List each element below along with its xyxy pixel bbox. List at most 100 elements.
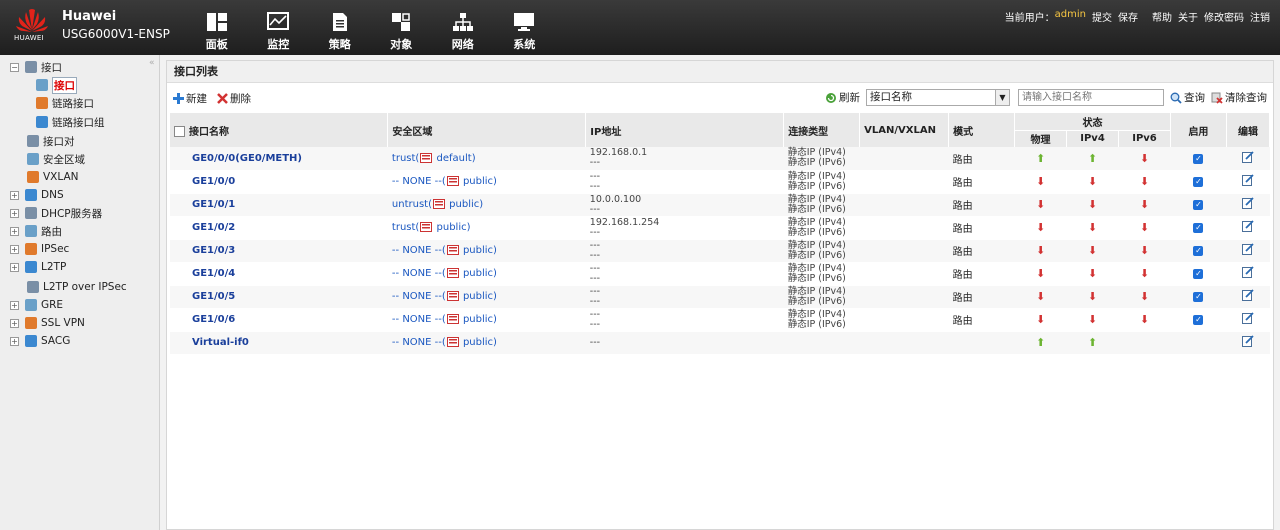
sidebar-item[interactable]: + DHCP服务器 bbox=[10, 204, 102, 222]
edit-icon[interactable] bbox=[1241, 151, 1254, 163]
logout-link[interactable]: 注销 bbox=[1250, 9, 1270, 24]
security-zone[interactable]: -- NONE --( public) bbox=[387, 331, 586, 355]
table-row[interactable]: GE1/0/4 -- NONE --( public) --- --- 静态IP (IP… bbox=[170, 262, 1270, 286]
search-input[interactable] bbox=[1018, 89, 1164, 106]
enable-checkbox-cell[interactable]: ✓ bbox=[1170, 216, 1227, 240]
interface-name[interactable]: GE1/0/5 bbox=[170, 285, 388, 309]
sidebar-item[interactable]: L2TP over IPSec bbox=[27, 278, 127, 296]
security-zone[interactable]: -- NONE --( public) bbox=[387, 262, 586, 286]
save-link[interactable]: 保存 bbox=[1118, 9, 1138, 24]
nav-monitor[interactable]: 监控 bbox=[248, 0, 310, 55]
nav-policy[interactable]: 策略 bbox=[309, 0, 371, 55]
sidebar-item[interactable]: 链路接口 bbox=[36, 94, 94, 112]
enable-checkbox-cell[interactable]: ✓ bbox=[1170, 308, 1227, 332]
enable-checkbox-cell[interactable]: ✓ bbox=[1170, 262, 1227, 286]
expand-icon[interactable]: + bbox=[10, 318, 19, 328]
enable-checkbox-cell[interactable] bbox=[1170, 331, 1227, 355]
edit-icon[interactable] bbox=[1241, 335, 1254, 347]
enable-checkbox-cell[interactable]: ✓ bbox=[1170, 239, 1227, 263]
help-link[interactable]: 帮助 bbox=[1152, 9, 1172, 24]
sidebar-item[interactable]: 安全区域 bbox=[27, 150, 85, 168]
security-zone[interactable]: -- NONE --( public) bbox=[387, 308, 586, 332]
search-field-select[interactable]: 接口名称 ▼ bbox=[866, 89, 1010, 106]
interface-name[interactable]: GE1/0/2 bbox=[170, 216, 388, 240]
sidebar-item[interactable]: + IPSec bbox=[10, 240, 69, 258]
expand-icon[interactable]: + bbox=[10, 336, 19, 346]
table-row[interactable]: GE1/0/1 untrust( public) 10.0.0.100 --- 静态IP… bbox=[170, 193, 1270, 217]
about-link[interactable]: 关于 bbox=[1178, 9, 1198, 24]
sidebar-item[interactable]: VXLAN bbox=[27, 168, 79, 186]
security-zone[interactable]: trust( default) bbox=[387, 147, 586, 171]
edit-cell[interactable] bbox=[1226, 285, 1270, 309]
change-password-link[interactable]: 修改密码 bbox=[1204, 9, 1244, 24]
enable-checkbox[interactable]: ✓ bbox=[1193, 200, 1204, 210]
edit-icon[interactable] bbox=[1241, 266, 1254, 278]
expand-icon[interactable]: + bbox=[10, 244, 19, 254]
enable-checkbox[interactable]: ✓ bbox=[1193, 315, 1204, 325]
security-zone[interactable]: trust( public) bbox=[387, 216, 586, 240]
table-row[interactable]: GE1/0/3 -- NONE --( public) --- --- 静态IP (IP… bbox=[170, 239, 1270, 263]
edit-cell[interactable] bbox=[1226, 308, 1270, 332]
sidebar-item[interactable]: + DNS bbox=[10, 186, 64, 204]
refresh-button[interactable]: 刷新 bbox=[825, 90, 860, 105]
enable-checkbox-cell[interactable]: ✓ bbox=[1170, 170, 1227, 194]
table-row[interactable]: GE1/0/6 -- NONE --( public) --- --- 静态IP (IP… bbox=[170, 308, 1270, 332]
enable-checkbox[interactable]: ✓ bbox=[1193, 177, 1204, 187]
interface-name[interactable]: GE0/0/0(GE0/METH) bbox=[170, 147, 388, 171]
enable-checkbox-cell[interactable]: ✓ bbox=[1170, 193, 1227, 217]
enable-checkbox[interactable]: ✓ bbox=[1193, 223, 1204, 233]
interface-name[interactable]: Virtual-if0 bbox=[170, 331, 388, 355]
security-zone[interactable]: -- NONE --( public) bbox=[387, 285, 586, 309]
sidebar-item[interactable]: 接口 bbox=[36, 76, 77, 94]
expand-icon[interactable]: + bbox=[10, 190, 19, 200]
nav-dashboard[interactable]: 面板 bbox=[186, 0, 248, 55]
expand-icon[interactable]: + bbox=[10, 300, 19, 310]
sidebar-item[interactable]: + SSL VPN bbox=[10, 314, 85, 332]
sidebar-item[interactable]: 接口对 bbox=[27, 132, 75, 150]
edit-icon[interactable] bbox=[1241, 312, 1254, 324]
edit-cell[interactable] bbox=[1226, 170, 1270, 194]
commit-link[interactable]: 提交 bbox=[1092, 9, 1112, 24]
expand-icon[interactable]: + bbox=[10, 262, 19, 272]
edit-cell[interactable] bbox=[1226, 147, 1270, 171]
table-row[interactable]: Virtual-if0 -- NONE --( public) --- ⬆ ⬆ bbox=[170, 331, 1270, 355]
enable-checkbox[interactable]: ✓ bbox=[1193, 292, 1204, 302]
enable-checkbox-cell[interactable]: ✓ bbox=[1170, 147, 1227, 171]
collapse-sidebar-icon[interactable]: « bbox=[149, 58, 155, 68]
edit-icon[interactable] bbox=[1241, 220, 1254, 232]
nav-object[interactable]: 对象 bbox=[371, 0, 433, 55]
interface-name[interactable]: GE1/0/1 bbox=[170, 193, 388, 217]
interface-name[interactable]: GE1/0/0 bbox=[170, 170, 388, 194]
sidebar-item[interactable]: − 接口 bbox=[10, 58, 62, 76]
enable-checkbox[interactable]: ✓ bbox=[1193, 246, 1204, 256]
enable-checkbox[interactable]: ✓ bbox=[1193, 269, 1204, 279]
interface-name[interactable]: GE1/0/3 bbox=[170, 239, 388, 263]
sidebar-item[interactable]: + L2TP bbox=[10, 258, 66, 276]
sidebar-item[interactable]: + SACG bbox=[10, 332, 70, 350]
sidebar-item[interactable]: 链路接口组 bbox=[36, 113, 105, 131]
expand-icon[interactable]: + bbox=[10, 208, 19, 218]
clear-query-button[interactable]: 清除查询 bbox=[1211, 90, 1267, 105]
table-row[interactable]: GE1/0/0 -- NONE --( public) --- --- 静态IP (IP… bbox=[170, 170, 1270, 194]
nav-system[interactable]: 系统 bbox=[494, 0, 556, 55]
interface-name[interactable]: GE1/0/6 bbox=[170, 308, 388, 332]
collapse-icon[interactable]: − bbox=[10, 62, 19, 72]
edit-cell[interactable] bbox=[1226, 193, 1270, 217]
table-row[interactable]: GE1/0/5 -- NONE --( public) --- --- 静态IP (IP… bbox=[170, 285, 1270, 309]
query-button[interactable]: 查询 bbox=[1170, 90, 1205, 105]
edit-cell[interactable] bbox=[1226, 216, 1270, 240]
nav-network[interactable]: 网络 bbox=[432, 0, 494, 55]
edit-icon[interactable] bbox=[1241, 174, 1254, 186]
sidebar-item[interactable]: + GRE bbox=[10, 296, 63, 314]
edit-cell[interactable] bbox=[1226, 331, 1270, 355]
security-zone[interactable]: untrust( public) bbox=[387, 193, 586, 217]
delete-button[interactable]: 删除 bbox=[217, 91, 251, 106]
security-zone[interactable]: -- NONE --( public) bbox=[387, 239, 586, 263]
sidebar-item[interactable]: + 路由 bbox=[10, 222, 62, 240]
edit-icon[interactable] bbox=[1241, 289, 1254, 301]
security-zone[interactable]: -- NONE --( public) bbox=[387, 170, 586, 194]
interface-name[interactable]: GE1/0/4 bbox=[170, 262, 388, 286]
edit-icon[interactable] bbox=[1241, 197, 1254, 209]
edit-icon[interactable] bbox=[1241, 243, 1254, 255]
enable-checkbox[interactable]: ✓ bbox=[1193, 153, 1204, 164]
